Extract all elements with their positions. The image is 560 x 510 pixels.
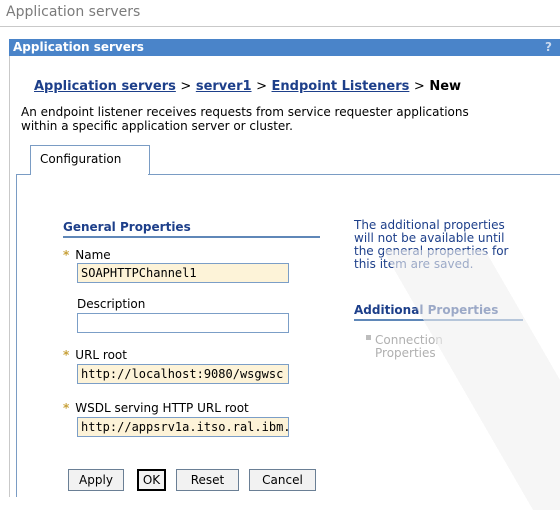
breadcrumb-link-endpoint-listeners[interactable]: Endpoint Listeners bbox=[272, 79, 410, 94]
additional-properties-title: Additional Properties bbox=[354, 303, 499, 317]
reset-button[interactable]: Reset bbox=[176, 469, 239, 491]
wsdl-url-label: * WSDL serving HTTP URL root bbox=[63, 401, 249, 415]
help-icon[interactable]: ? bbox=[545, 40, 552, 54]
breadcrumb-separator: > bbox=[256, 79, 267, 94]
required-icon: * bbox=[63, 401, 70, 415]
required-icon: * bbox=[63, 248, 70, 262]
panel-border bbox=[9, 56, 10, 497]
tab-configuration[interactable]: Configuration bbox=[30, 145, 150, 175]
window-title: Application servers bbox=[6, 4, 141, 20]
name-label: * Name bbox=[63, 248, 111, 262]
tab-divider bbox=[16, 174, 30, 175]
breadcrumb-current: New bbox=[429, 79, 462, 94]
additional-properties-rule bbox=[354, 319, 523, 321]
description-field[interactable] bbox=[77, 313, 289, 333]
url-root-field[interactable]: http://localhost:9080/wsgwsc bbox=[77, 364, 289, 384]
panel-header: Application servers ? bbox=[9, 39, 560, 56]
connection-properties-link: Connection Properties bbox=[375, 333, 443, 360]
description-label: Description bbox=[77, 297, 146, 311]
page-description: An endpoint listener receives requests f… bbox=[21, 105, 469, 133]
breadcrumb-separator: > bbox=[413, 79, 425, 94]
breadcrumb-link-server1[interactable]: server1 bbox=[196, 79, 252, 94]
background-watermark bbox=[380, 250, 560, 510]
cancel-button[interactable]: Cancel bbox=[249, 469, 316, 491]
wsdl-url-field[interactable]: http://appsrv1a.itso.ral.ibm.c bbox=[77, 417, 289, 437]
url-root-label: * URL root bbox=[63, 348, 127, 362]
apply-button[interactable]: Apply bbox=[68, 469, 124, 491]
bullet-icon bbox=[366, 335, 371, 340]
breadcrumb-link-application-servers[interactable]: Application servers bbox=[34, 79, 176, 94]
required-icon: * bbox=[63, 348, 70, 362]
tab-divider bbox=[148, 174, 560, 175]
general-properties-title: General Properties bbox=[63, 220, 191, 234]
name-field[interactable]: SOAPHTTPChannel1 bbox=[77, 263, 289, 283]
content-border bbox=[16, 174, 17, 497]
breadcrumb-separator: > bbox=[180, 79, 192, 94]
ok-button[interactable]: OK bbox=[137, 469, 166, 491]
tab-label: Configuration bbox=[40, 152, 122, 166]
window-title-bar: Application servers bbox=[0, 0, 560, 27]
panel-title: Application servers bbox=[13, 40, 144, 54]
general-properties-rule bbox=[63, 236, 320, 238]
breadcrumb: Application servers > server1 > Endpoint… bbox=[34, 79, 461, 94]
additional-properties-note: The additional properties will not be av… bbox=[354, 218, 509, 271]
